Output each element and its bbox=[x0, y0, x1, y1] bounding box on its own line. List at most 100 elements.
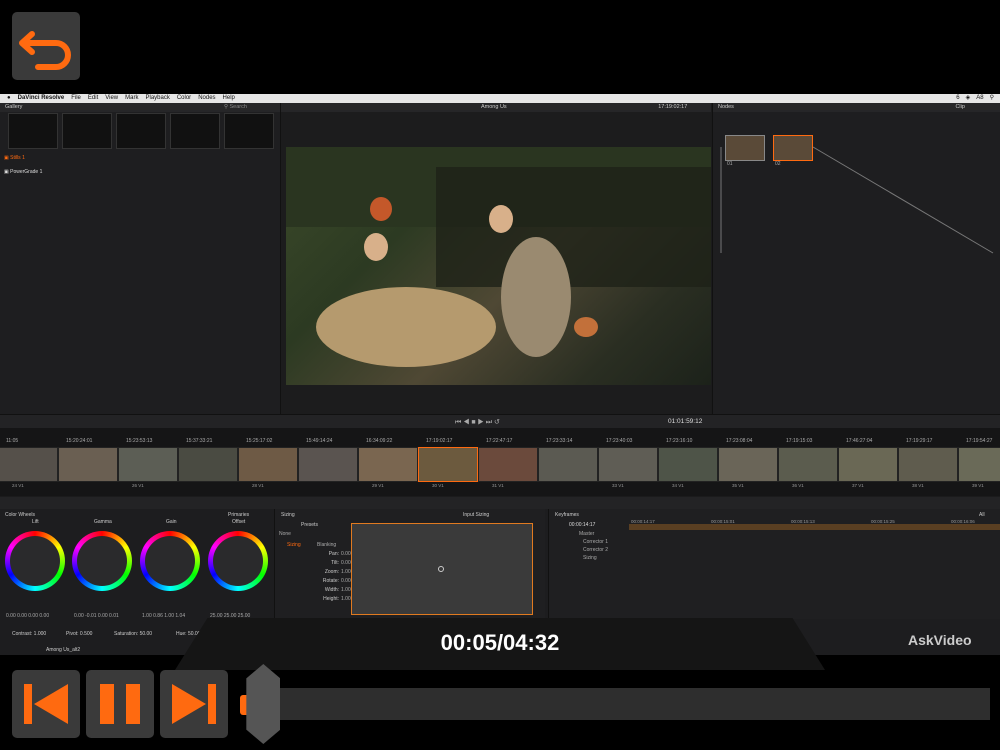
clip-thumbnail[interactable] bbox=[718, 447, 778, 482]
clip-timecode: 17:23:33:14 bbox=[546, 438, 573, 444]
wifi-icon[interactable]: ◈ bbox=[966, 94, 971, 103]
clip-thumbnail[interactable] bbox=[238, 447, 298, 482]
clip-thumbnail[interactable] bbox=[898, 447, 958, 482]
menu-help[interactable]: Help bbox=[223, 94, 235, 103]
clip-track-label: 33 V1 bbox=[612, 483, 624, 488]
scrub-handle[interactable] bbox=[246, 664, 281, 744]
clip-thumbnail[interactable] bbox=[0, 447, 58, 482]
offset-wheel[interactable] bbox=[208, 531, 268, 591]
keyframe-range-bar[interactable] bbox=[629, 524, 1000, 530]
still-thumbnail[interactable] bbox=[170, 113, 220, 149]
clip-thumbnail[interactable] bbox=[418, 447, 478, 482]
clip-track-label: 30 V1 bbox=[432, 483, 444, 488]
gamma-wheel[interactable] bbox=[72, 531, 132, 591]
clip-timecode: 15:23:53:13 bbox=[126, 438, 153, 444]
pause-button[interactable] bbox=[86, 670, 154, 738]
clip-thumbnail[interactable] bbox=[178, 447, 238, 482]
video-frame[interactable] bbox=[286, 147, 711, 385]
back-arrow-icon bbox=[19, 31, 71, 70]
gallery-search[interactable]: ⚲ Search bbox=[224, 104, 247, 110]
menu-nodes[interactable]: Nodes bbox=[198, 94, 215, 103]
scene-illustration bbox=[286, 147, 711, 367]
next-button[interactable] bbox=[160, 670, 228, 738]
back-button[interactable] bbox=[12, 12, 80, 80]
clip-track-label: 34 V1 bbox=[672, 483, 684, 488]
menu-mark[interactable]: Mark bbox=[125, 94, 138, 103]
album-stills[interactable]: ▣ Stills 1 bbox=[4, 155, 25, 161]
ruler-tick-label: 00:00:14:17 bbox=[631, 519, 655, 524]
clip-thumbnail[interactable] bbox=[778, 447, 838, 482]
clip-track-label: 38 V1 bbox=[912, 483, 924, 488]
menu-playback[interactable]: Playback bbox=[145, 94, 169, 103]
status-icons: 6 ◈ A8 ⚲ bbox=[956, 94, 994, 103]
sizing-center-handle[interactable] bbox=[438, 566, 444, 572]
tab-blanking[interactable]: Blanking bbox=[317, 542, 336, 548]
keyframe-track[interactable]: Sizing bbox=[583, 555, 597, 561]
ruler-tick-label: 00:00:15:25 bbox=[871, 519, 895, 524]
clip-timecode: 17:23:16:10 bbox=[666, 438, 693, 444]
progress-track[interactable] bbox=[250, 688, 990, 720]
color-wheels-mode[interactable]: Primaries bbox=[228, 512, 249, 518]
mac-menubar: ● DaVinci Resolve File Edit View Mark Pl… bbox=[0, 94, 1000, 103]
menu-color[interactable]: Color bbox=[177, 94, 191, 103]
clip-thumbnail[interactable] bbox=[838, 447, 898, 482]
tab-sizing[interactable]: Sizing bbox=[287, 542, 301, 548]
input-sizing-label[interactable]: Input Sizing bbox=[463, 512, 489, 518]
apple-menu-icon[interactable]: ● bbox=[7, 94, 11, 103]
clip-thumbnail[interactable] bbox=[658, 447, 718, 482]
clip-timecode: 16:34:09:22 bbox=[366, 438, 393, 444]
menu-app[interactable]: DaVinci Resolve bbox=[18, 94, 65, 103]
clip-track-label: 39 V1 bbox=[972, 483, 984, 488]
album-stills-label: Stills 1 bbox=[10, 155, 25, 161]
clip-thumbnail[interactable] bbox=[478, 447, 538, 482]
keyframes-filter[interactable]: All bbox=[979, 512, 985, 518]
clip-track-label: 24 V1 bbox=[12, 483, 24, 488]
clip-timecode: 17:23:40:03 bbox=[606, 438, 633, 444]
preset-select[interactable]: None bbox=[279, 531, 291, 537]
pause-icon bbox=[100, 684, 140, 724]
gain-wheel[interactable] bbox=[140, 531, 200, 591]
wheel-lift-label: Lift bbox=[32, 519, 39, 525]
menu-view[interactable]: View bbox=[105, 94, 118, 103]
clip-track-label: 37 V1 bbox=[852, 483, 864, 488]
clip-thumbnail[interactable] bbox=[58, 447, 118, 482]
skip-back-icon bbox=[24, 684, 68, 724]
clip-thumbnail[interactable] bbox=[298, 447, 358, 482]
clip-thumbnail[interactable] bbox=[958, 447, 1000, 482]
clip-track-label: 31 V1 bbox=[492, 483, 504, 488]
resolve-window: Gallery ⚲ Search ▣ Stills 1 ▣ PowerGrade… bbox=[0, 103, 1000, 655]
clip-thumbnail[interactable] bbox=[598, 447, 658, 482]
keyframe-track[interactable]: Master bbox=[579, 531, 594, 537]
askvideo-logo: AskVideo bbox=[908, 632, 972, 648]
sizing-title: Sizing bbox=[281, 512, 295, 518]
album-powergrade-label: PowerGrade 1 bbox=[10, 169, 43, 175]
clip-timecode: 17:19:54:27 bbox=[966, 438, 993, 444]
transport-controls[interactable]: ⏮ ◀ ■ ▶ ⏭ ↺ bbox=[455, 418, 500, 427]
askvideo-logo-text: AskVideo bbox=[908, 632, 972, 648]
keyframe-track[interactable]: Corrector 2 bbox=[583, 547, 608, 553]
still-thumbnail[interactable] bbox=[224, 113, 274, 149]
clip-track-label: 35 V1 bbox=[732, 483, 744, 488]
project-name: Among Us bbox=[481, 104, 507, 110]
sizing-canvas[interactable] bbox=[351, 523, 533, 615]
player-top-bar bbox=[0, 0, 1000, 94]
clip-thumbnail[interactable] bbox=[358, 447, 418, 482]
album-powergrade[interactable]: ▣ PowerGrade 1 bbox=[4, 169, 42, 175]
menu-edit[interactable]: Edit bbox=[88, 94, 98, 103]
still-thumbnail[interactable] bbox=[116, 113, 166, 149]
previous-button[interactable] bbox=[12, 670, 80, 738]
clip-thumbnail[interactable] bbox=[538, 447, 598, 482]
transport-bar: ⏮ ◀ ■ ▶ ⏭ ↺ 01:01:59:12 bbox=[0, 414, 1000, 429]
viewer-timecode: 17:19:02:17 bbox=[658, 104, 688, 110]
clip-thumbnail[interactable] bbox=[118, 447, 178, 482]
clip-timecode: 17:23:08:04 bbox=[726, 438, 753, 444]
keyframe-track[interactable]: Corrector 1 bbox=[583, 539, 608, 545]
still-thumbnail[interactable] bbox=[62, 113, 112, 149]
menu-file[interactable]: File bbox=[71, 94, 81, 103]
lift-wheel[interactable] bbox=[5, 531, 65, 591]
user-initials[interactable]: A8 bbox=[976, 94, 983, 103]
clip-timecode: 15:25:17:02 bbox=[246, 438, 273, 444]
search-icon[interactable]: ⚲ bbox=[990, 94, 994, 103]
ruler-tick-label: 00:00:15:13 bbox=[791, 519, 815, 524]
still-thumbnail[interactable] bbox=[8, 113, 58, 149]
